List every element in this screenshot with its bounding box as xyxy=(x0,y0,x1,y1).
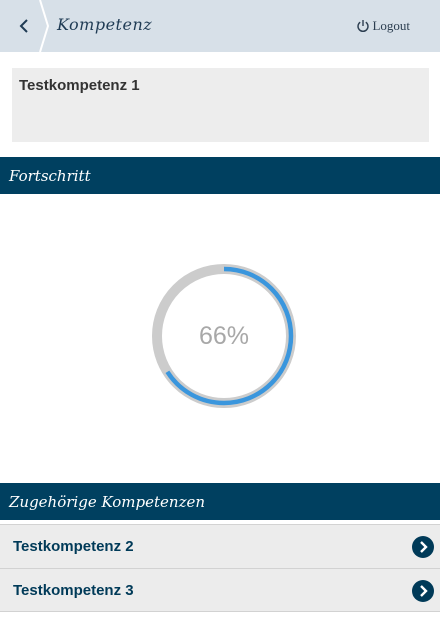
list-item[interactable]: Testkompetenz 2 xyxy=(0,524,440,568)
related-competences-list: Testkompetenz 2 Testkompetenz 3 xyxy=(0,524,440,612)
top-nav-bar: Kompetenz Logout xyxy=(0,0,440,52)
chevron-right-circle-icon xyxy=(412,536,434,558)
competence-title: Testkompetenz 1 xyxy=(19,77,140,94)
progress-section-header: Fortschritt xyxy=(0,157,440,194)
logout-label: Logout xyxy=(372,18,410,33)
nav-divider xyxy=(39,0,50,52)
competence-card: Testkompetenz 1 xyxy=(12,68,429,142)
logout-button[interactable]: Logout xyxy=(356,18,410,34)
chevron-left-icon xyxy=(19,19,28,33)
page-title: Kompetenz xyxy=(57,15,153,34)
list-item-label: Testkompetenz 3 xyxy=(13,581,134,599)
related-section-header: Zugehörige Kompetenzen xyxy=(0,483,440,520)
progress-percent: 66% xyxy=(198,321,250,350)
chevron-right-circle-icon xyxy=(412,580,434,602)
list-item[interactable]: Testkompetenz 3 xyxy=(0,568,440,612)
progress-ring: 66% xyxy=(148,260,300,412)
power-icon xyxy=(357,20,370,33)
list-item-label: Testkompetenz 2 xyxy=(13,538,134,555)
